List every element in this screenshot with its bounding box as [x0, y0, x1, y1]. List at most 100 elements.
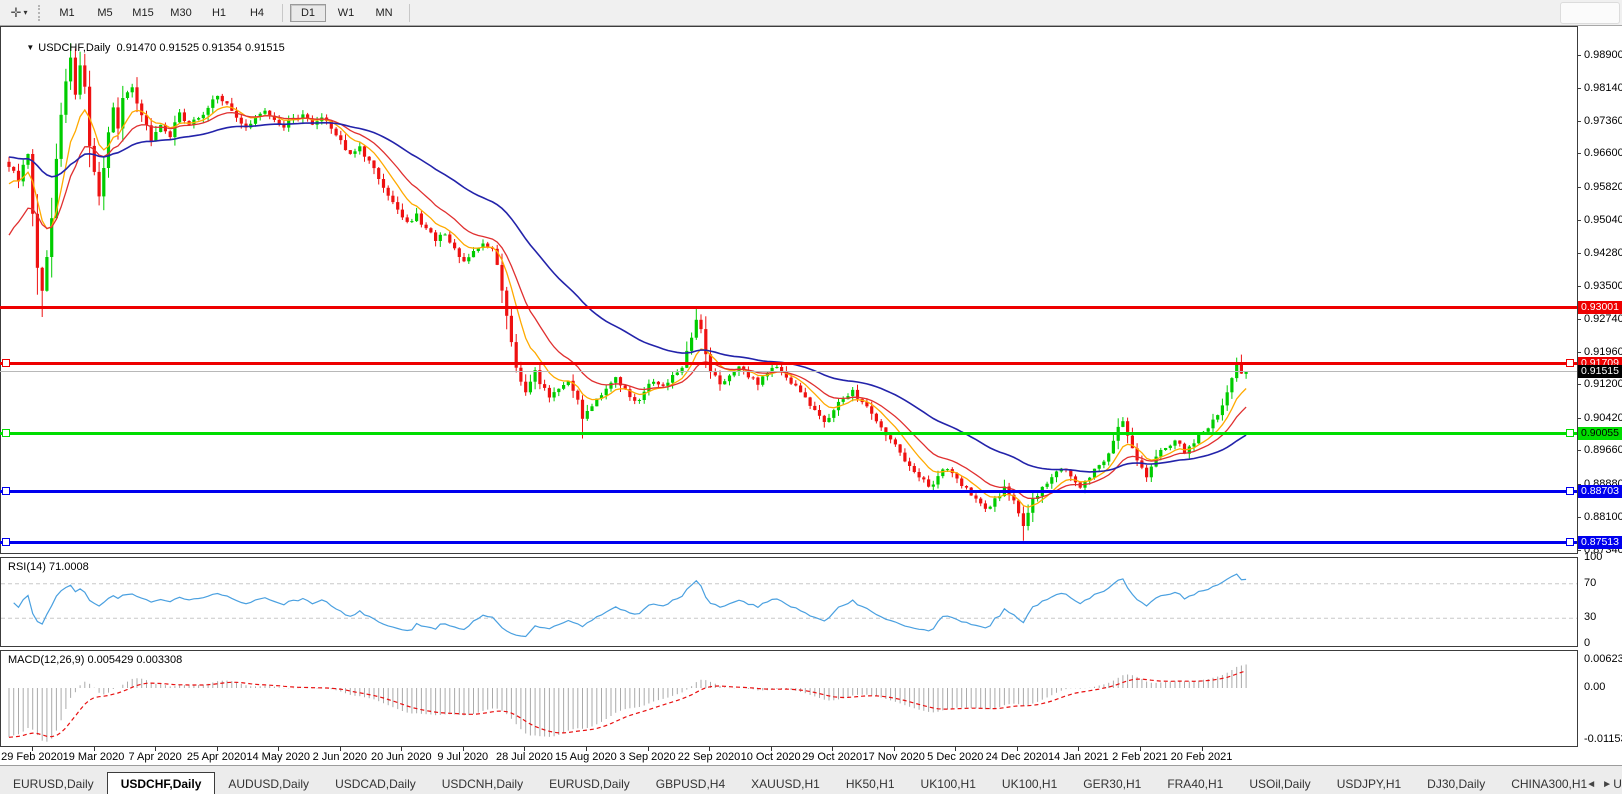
toolbar-empty-area: [1560, 2, 1620, 24]
main-chart-pane[interactable]: ▼ USDCHF,Daily 0.91470 0.91525 0.91354 0.…: [0, 26, 1578, 554]
rsi-label: RSI(14) 71.0008: [8, 561, 89, 573]
tab-scroll-arrows[interactable]: ◄►: [1586, 779, 1618, 790]
chart-tab-uk100[interactable]: UK100,H1: [989, 774, 1070, 794]
chart-tab-usdjpy[interactable]: USDJPY,H1: [1324, 774, 1414, 794]
price-tick: [1577, 286, 1581, 287]
chart-tab-uk100[interactable]: UK100,H1: [908, 774, 989, 794]
toolbar-grip[interactable]: [38, 4, 40, 21]
line-handle[interactable]: [1566, 429, 1574, 438]
price-tick: [1577, 417, 1581, 419]
date-label: 20 Jun 2020: [371, 751, 432, 763]
rsi-tick-label: 70: [1584, 576, 1597, 589]
rsi-pane[interactable]: RSI(14) 71.0008: [0, 557, 1578, 647]
toolbar: ✛ ▾ M1 M5 M15 M30 H1 H4 D1 W1 MN: [0, 0, 1622, 26]
price-tick-label: 0.98900: [1584, 49, 1622, 61]
macd-tick-label: -0.011534: [1584, 732, 1622, 745]
chevron-down-icon: ▾: [23, 8, 28, 17]
candlestick-plot[interactable]: [1, 27, 1577, 553]
price-tick-label: 0.95820: [1584, 180, 1622, 193]
macd-pane[interactable]: MACD(12,26,9) 0.005429 0.003308: [0, 650, 1578, 747]
timeframe-button-m1[interactable]: M1: [49, 4, 85, 22]
rsi-tick-label: 0: [1584, 637, 1591, 649]
level-price-badge: 0.90055: [1578, 427, 1622, 441]
price-tick-label: 0.90420: [1584, 411, 1622, 424]
chart-tab-china300[interactable]: CHINA300,H1: [1498, 774, 1600, 794]
chart-tab-eurusd[interactable]: EURUSD,Daily: [0, 774, 107, 794]
timeframe-button-w1[interactable]: W1: [328, 4, 364, 22]
price-tick-label: 0.89660: [1584, 444, 1622, 457]
price-tick: [1577, 252, 1581, 254]
timeframe-button-m5[interactable]: M5: [87, 4, 123, 22]
date-label: 15 Aug 2020: [554, 751, 617, 763]
timeframe-button-h4[interactable]: H4: [239, 4, 275, 22]
chart-tabs: ◄► EURUSD,Daily USDCHF,Daily AUDUSD,Daily U…: [0, 765, 1622, 794]
line-handle[interactable]: [2, 358, 10, 367]
macd-plot: [8, 664, 1247, 742]
horizontal-level-line[interactable]: [0, 306, 1577, 310]
chart-tab-eurusd[interactable]: EURUSD,Daily: [536, 774, 643, 794]
timeframe-toolbar: M1 M5 M15 M30 H1 H4 D1 W1 MN: [48, 3, 416, 22]
chart-tab-usoil[interactable]: USOil,Daily: [1236, 774, 1323, 794]
date-label: 17 Nov 2020: [862, 751, 925, 763]
price-tick: [1577, 55, 1581, 56]
timeframe-button-d1[interactable]: D1: [290, 3, 326, 22]
horizontal-level-line[interactable]: [0, 361, 1577, 365]
line-handle[interactable]: [1566, 487, 1574, 496]
chart-tab-usdcnh[interactable]: USDCNH,Daily: [429, 774, 536, 794]
line-handle[interactable]: [2, 538, 10, 547]
chart-tab-xauusd[interactable]: XAUUSD,H1: [738, 774, 833, 794]
macd-label: MACD(12,26,9) 0.005429 0.003308: [8, 654, 183, 666]
date-label: 2 Jun 2020: [312, 751, 368, 763]
timeframe-button-mn[interactable]: MN: [366, 4, 402, 22]
price-tick-label: 0.94280: [1584, 246, 1622, 259]
chart-tab-usdchf[interactable]: USDCHF,Daily: [106, 772, 216, 794]
toolbar-separator: [409, 3, 410, 22]
date-label: 19 Mar 2020: [62, 751, 125, 763]
date-label: 25 Apr 2020: [186, 751, 247, 763]
price-tick-label: 0.93500: [1584, 280, 1622, 292]
mt4-window: ✛ ▾ M1 M5 M15 M30 H1 H4 D1 W1 MN ▼ USDCHF,Daily 0…: [0, 0, 1622, 794]
horizontal-level-line[interactable]: [0, 432, 1577, 436]
horizontal-level-line[interactable]: [0, 490, 1577, 494]
chart-title: ▼ USDCHF,Daily 0.91470 0.91525 0.91354 0.…: [8, 30, 284, 66]
tab-scroll-left-icon: ◄: [1586, 779, 1603, 790]
price-tick-label: 0.96600: [1584, 147, 1622, 160]
chart-tab-ger30[interactable]: GER30,H1: [1070, 774, 1154, 794]
chart-tab-usdcad[interactable]: USDCAD,Daily: [322, 774, 429, 794]
date-label: 5 Dec 2020: [927, 751, 984, 763]
horizontal-level-line[interactable]: [0, 541, 1577, 545]
date-label: 14 Jan 2021: [1048, 751, 1109, 763]
line-handle[interactable]: [1566, 358, 1574, 367]
current-price-line: [0, 370, 1577, 372]
collapse-icon[interactable]: ▼: [26, 43, 34, 52]
line-handle[interactable]: [2, 429, 10, 438]
chart-tab-gbpusd[interactable]: GBPUSD,H4: [643, 774, 738, 794]
line-handle[interactable]: [2, 487, 10, 496]
crosshair-icon: ✛: [10, 4, 22, 20]
chart-tab-hk50[interactable]: HK50,H1: [833, 774, 908, 794]
price-tick: [1577, 549, 1581, 551]
date-label: 22 Sep 2020: [677, 751, 741, 763]
price-tick-label: 0.95040: [1584, 214, 1622, 227]
time-axis: 29 Feb 2020 19 Mar 2020 7 Apr 2020 25 Apr 2…: [0, 747, 1622, 765]
timeframe-button-m30[interactable]: M30: [163, 4, 199, 22]
timeframe-button-h1[interactable]: H1: [201, 4, 237, 22]
price-tick-label: 0.91200: [1584, 378, 1622, 391]
date-label: 24 Dec 2020: [985, 751, 1048, 763]
cursor-tool-icon[interactable]: ✛ ▾: [4, 3, 34, 23]
line-handle[interactable]: [1566, 538, 1574, 547]
timeframe-button-m15[interactable]: M15: [125, 4, 161, 22]
date-label: 3 Sep 2020: [619, 751, 676, 763]
level-price-badge: 0.87513: [1578, 536, 1622, 550]
price-tick: [1577, 450, 1581, 452]
chart-tab-dj30[interactable]: DJ30,Daily: [1414, 774, 1498, 794]
chart-tab-fra40[interactable]: FRA40,H1: [1154, 774, 1236, 794]
date-label: 2 Feb 2021: [1112, 751, 1168, 763]
chart-tab-audusd[interactable]: AUDUSD,Daily: [215, 774, 322, 794]
rsi-tick-label: 30: [1584, 611, 1597, 624]
current-price-badge: 0.91515: [1578, 364, 1622, 378]
price-tick: [1577, 186, 1581, 188]
date-label: 9 Jul 2020: [437, 751, 489, 763]
level-price-badge: 0.88703: [1578, 485, 1622, 499]
price-tick-label: 0.98140: [1584, 81, 1622, 94]
